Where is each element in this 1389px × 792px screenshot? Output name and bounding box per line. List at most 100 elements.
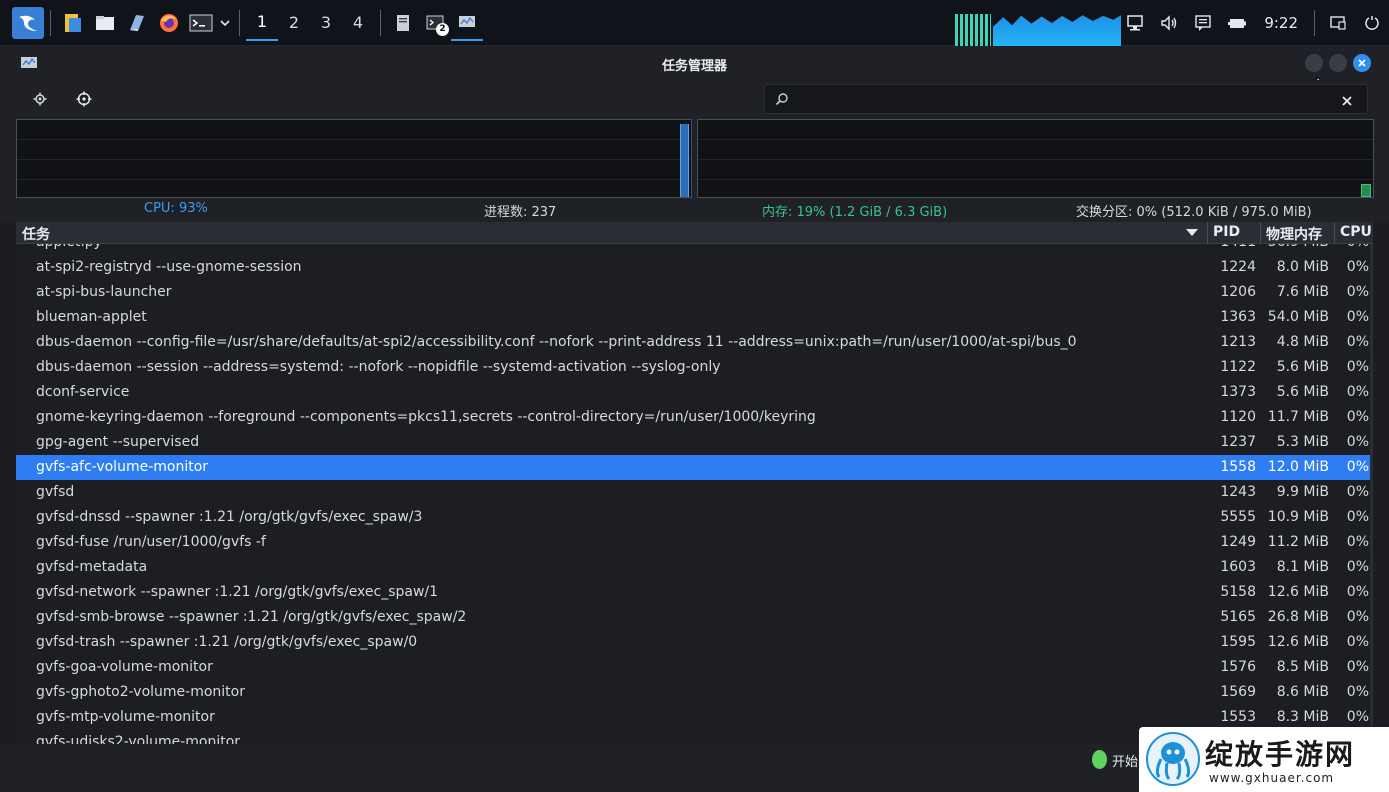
pid-cell: 1373 [1220, 384, 1256, 400]
cpu-cell: 0% [1346, 684, 1369, 700]
table-row[interactable]: gvfsd-dnssd --spawner :1.21 /org/gtk/gvf… [16, 505, 1373, 530]
memory-cell: 8.0 MiB [1276, 259, 1329, 275]
pid-cell: 1122 [1220, 359, 1256, 375]
panel-separator [380, 9, 381, 36]
maximize-button[interactable] [1329, 54, 1347, 72]
table-row[interactable]: dbus-daemon --config-file=/usr/share/def… [16, 330, 1373, 355]
task-task-manager[interactable] [451, 5, 483, 41]
table-row[interactable]: dbus-daemon --session --address=systemd:… [16, 355, 1373, 380]
system-tray: 9:22 [1118, 5, 1389, 41]
table-row[interactable]: blueman-applet 1363 54.0 MiB 0% [16, 305, 1373, 330]
sort-descending-icon[interactable] [1186, 229, 1198, 236]
launcher-terminal[interactable] [185, 7, 217, 39]
window-titlebar[interactable]: 任务管理器 [0, 46, 1389, 80]
launcher-files[interactable] [57, 7, 89, 39]
table-row[interactable]: gvfs-goa-volume-monitor 1576 8.5 MiB 0% [16, 655, 1373, 680]
toolbar [0, 80, 1389, 118]
display-switch-icon [1330, 16, 1346, 30]
resource-graphs: CPU: 93% 进程数: 237 内存: 19% (1.2 GiB / 6.3… [0, 118, 1389, 222]
table-row[interactable]: gvfs-gphoto2-volume-monitor 1569 8.6 MiB 0% [16, 680, 1373, 705]
workspace-2[interactable]: 2 [278, 5, 310, 41]
cpu-cell: 0% [1346, 609, 1369, 625]
tray-notifications[interactable] [1186, 5, 1220, 41]
workspace-4[interactable]: 4 [342, 5, 374, 41]
column-header-pid[interactable]: PID [1213, 224, 1240, 240]
column-divider[interactable] [1207, 222, 1208, 244]
memory-cell: 26.8 MiB [1267, 609, 1329, 625]
launcher-editor[interactable] [121, 7, 153, 39]
close-icon [1358, 59, 1366, 67]
launcher-folder[interactable] [89, 7, 121, 39]
panel-separator [239, 9, 240, 36]
memory-cell: 10.9 MiB [1267, 509, 1329, 525]
table-row[interactable]: gvfsd-network --spawner :1.21 /org/gtk/g… [16, 580, 1373, 605]
memory-cell: 5.3 MiB [1276, 434, 1329, 450]
table-row[interactable]: gnome-keyring-daemon --foreground --comp… [16, 405, 1373, 430]
task-notes[interactable] [387, 5, 419, 41]
notifications-icon [1195, 15, 1212, 31]
table-row[interactable]: at-spi2-registryd --use-gnome-session 122… [16, 255, 1373, 280]
search-box[interactable] [764, 84, 1368, 114]
table-row[interactable]: dconf-service 1373 5.6 MiB 0% [16, 380, 1373, 405]
tray-network[interactable] [1118, 5, 1152, 41]
select-window-button[interactable] [72, 88, 96, 110]
pid-cell: 1206 [1220, 284, 1256, 300]
search-input[interactable] [795, 87, 1335, 111]
table-row[interactable]: applet.py 1411 36.9 MiB 0% [16, 244, 1373, 255]
table-row[interactable]: at-spi-bus-launcher 1206 7.6 MiB 0% [16, 280, 1373, 305]
firefox-icon [160, 13, 178, 32]
column-header-task[interactable]: 任务 [22, 224, 50, 244]
chevron-down-icon [220, 19, 230, 26]
terminal-dropdown[interactable] [217, 7, 233, 39]
close-button[interactable] [1353, 54, 1371, 72]
pid-cell: 1363 [1220, 309, 1256, 325]
tray-logout[interactable] [1355, 5, 1389, 41]
kali-menu-button[interactable] [12, 6, 44, 39]
column-divider[interactable] [1260, 222, 1261, 244]
table-row[interactable]: gvfsd 1243 9.9 MiB 0% [16, 480, 1373, 505]
column-header-cpu[interactable]: CPU [1340, 224, 1372, 240]
task-name-cell: at-spi-bus-launcher [36, 284, 172, 300]
search-icon [775, 93, 788, 106]
pid-cell: 1553 [1220, 709, 1256, 725]
minimize-button[interactable] [1305, 54, 1323, 72]
settings-button[interactable] [28, 88, 52, 110]
window-title: 任务管理器 [661, 59, 727, 74]
memory-cell: 8.1 MiB [1276, 559, 1329, 575]
table-row[interactable]: gvfsd-smb-browse --spawner :1.21 /org/gt… [16, 605, 1373, 630]
task-name-cell: gvfsd-network --spawner :1.21 /org/gtk/g… [36, 584, 439, 600]
cpu-cell: 0% [1346, 709, 1369, 725]
vertical-scrollbar[interactable] [1370, 244, 1373, 744]
task-name-cell: gvfs-mtp-volume-monitor [36, 709, 215, 725]
task-name-cell: at-spi2-registryd --use-gnome-session [36, 259, 302, 275]
cpu-cell: 0% [1346, 484, 1369, 500]
column-header-memory[interactable]: 物理内存 [1266, 224, 1322, 244]
table-row[interactable]: gvfs-afc-volume-monitor 1558 12.0 MiB 0% [16, 455, 1373, 480]
network-icon [1127, 15, 1144, 31]
notes-icon [397, 14, 409, 31]
tray-volume[interactable] [1152, 5, 1186, 41]
battery-plug-icon [1228, 19, 1247, 28]
process-list[interactable]: applet.py141136.9 MiB0%at-spi2-registryd… [16, 244, 1373, 744]
table-row[interactable]: gpg-agent --supervised 1237 5.3 MiB 0% [16, 430, 1373, 455]
workspace-1[interactable]: 1 [246, 5, 278, 41]
cpu-cell: 0% [1346, 334, 1369, 350]
task-name-cell: applet.py [36, 244, 102, 250]
task-name-cell: gpg-agent --supervised [36, 434, 200, 450]
cpu-cell: 0% [1346, 409, 1369, 425]
stats-row: CPU: 93% 进程数: 237 内存: 19% (1.2 GiB / 6.3… [0, 200, 1389, 220]
launcher-firefox[interactable] [153, 7, 185, 39]
tray-lock-screen[interactable] [1321, 5, 1355, 41]
column-divider[interactable] [1334, 222, 1335, 244]
task-name-cell: dbus-daemon --session --address=systemd:… [36, 359, 721, 375]
table-row[interactable]: gvfsd-fuse /run/user/1000/gvfs -f 1249 11.… [16, 530, 1373, 555]
workspace-3[interactable]: 3 [310, 5, 342, 41]
clear-search-button[interactable] [1341, 89, 1353, 111]
table-row[interactable]: gvfsd-trash --spawner :1.21 /org/gtk/gvf… [16, 630, 1373, 655]
memory-cell: 4.8 MiB [1276, 334, 1329, 350]
tray-power[interactable] [1220, 5, 1254, 41]
clock[interactable]: 9:22 [1254, 14, 1308, 32]
task-terminals[interactable]: 2 [419, 5, 451, 41]
table-row[interactable]: gvfsd-metadata 1603 8.1 MiB 0% [16, 555, 1373, 580]
crosshair-icon [76, 91, 92, 107]
